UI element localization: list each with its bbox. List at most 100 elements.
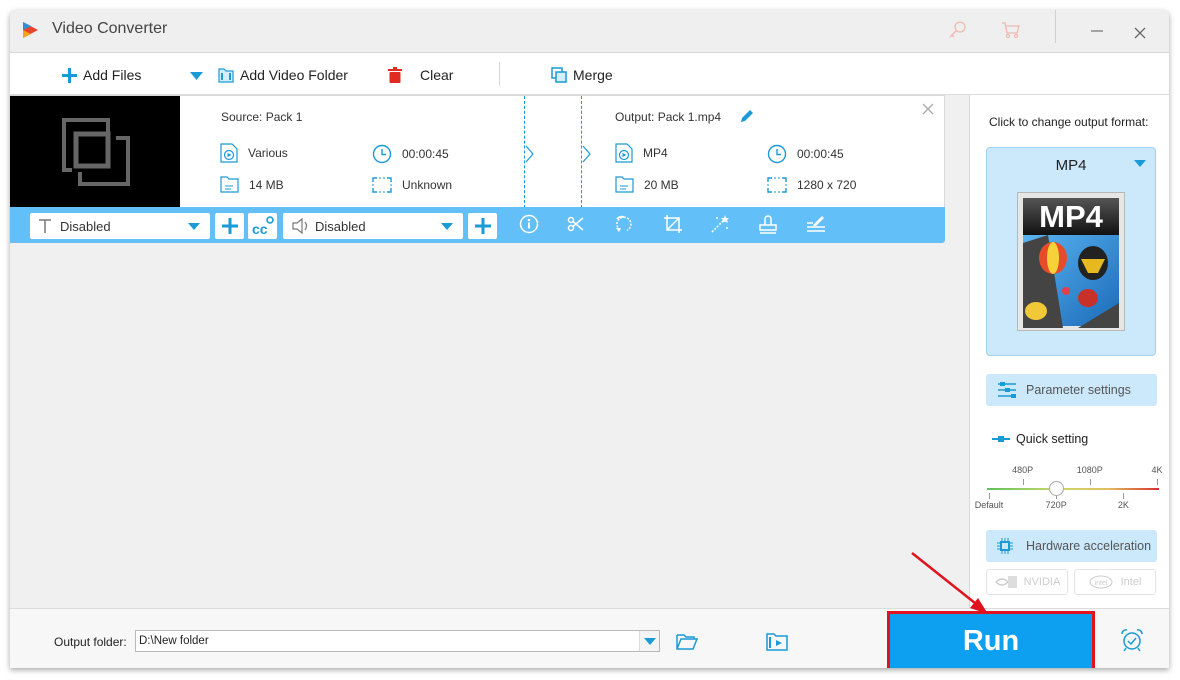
quality-tick: [1022, 479, 1024, 485]
run-highlight-frame: Run: [887, 611, 1095, 668]
parameter-settings-button[interactable]: Parameter settings: [986, 374, 1157, 406]
quality-tick-label[interactable]: 1080P: [1077, 465, 1103, 475]
quality-tick: [1157, 479, 1158, 485]
chevron-right-icon: [582, 145, 591, 163]
rotate-icon[interactable]: [613, 213, 635, 235]
merge-label: Merge: [573, 67, 613, 83]
crop-icon[interactable]: [662, 213, 684, 235]
subtitle-settings-button[interactable]: cc: [248, 213, 277, 239]
source-resolution-value: Unknown: [402, 178, 453, 192]
open-folder-icon[interactable]: [676, 633, 698, 650]
main-toolbar: Add Files Add Video Folder Clear Merge: [10, 53, 1169, 95]
output-video-folder-icon[interactable]: [766, 632, 788, 651]
audio-track-select[interactable]: Disabled: [283, 213, 463, 239]
effects-wand-icon[interactable]: [709, 213, 731, 235]
add-audio-button[interactable]: [468, 213, 497, 239]
watermark-stamp-icon[interactable]: [757, 213, 779, 235]
output-format: MP4: [615, 143, 668, 163]
plus-icon: [221, 218, 238, 234]
file-size-icon: [615, 176, 634, 193]
quick-setting-icon: [992, 436, 1010, 442]
quality-tick-label[interactable]: 480P: [1012, 465, 1033, 475]
subtitle-select[interactable]: Disabled: [30, 213, 210, 239]
clear-label: Clear: [420, 67, 454, 83]
trash-icon: [388, 67, 402, 83]
quality-tick-label[interactable]: 720P: [1046, 500, 1067, 510]
subtitle-select-value: Disabled: [60, 218, 111, 234]
nvidia-logo-icon: [994, 576, 1017, 588]
alarm-clock-icon[interactable]: [1120, 628, 1144, 652]
parameter-settings-label: Parameter settings: [1026, 383, 1131, 397]
intel-label: Intel: [1120, 576, 1142, 588]
quick-setting-header: Quick setting: [992, 432, 1088, 446]
video-thumbnail[interactable]: [10, 96, 180, 208]
chevron-right-icon: [525, 145, 534, 163]
add-files-button[interactable]: Add Files: [62, 65, 141, 85]
title-bar: Video Converter: [10, 10, 1169, 53]
output-folder-dropdown[interactable]: [639, 631, 659, 651]
bottom-bar: Output folder: Run: [10, 608, 1169, 668]
source-title: Source: Pack 1: [221, 110, 303, 124]
add-files-dropdown-icon[interactable]: [190, 72, 203, 80]
clock-icon: [767, 144, 787, 164]
output-resolution[interactable]: 1280 x 720: [767, 177, 856, 193]
file-item-card[interactable]: Source: Pack 1 Various 00:00:45 14 MB Un…: [10, 95, 945, 208]
add-subtitle-button[interactable]: [215, 213, 244, 239]
edit-metadata-icon[interactable]: [805, 213, 827, 235]
rename-pencil-icon[interactable]: [739, 108, 755, 124]
chevron-down-icon: [188, 223, 200, 230]
video-file-icon: [220, 143, 238, 163]
quality-tick: [989, 493, 990, 499]
merge-icon: [551, 67, 567, 83]
source-duration: 00:00:45: [372, 144, 449, 164]
mp4-film-icon: MP4: [1023, 198, 1119, 328]
source-duration-value: 00:00:45: [402, 147, 449, 161]
minimize-icon[interactable]: [1086, 19, 1108, 41]
text-subtitle-icon: [39, 219, 51, 233]
sliders-settings-icon: [998, 382, 1016, 398]
output-resolution-value: 1280 x 720: [797, 178, 857, 192]
file-size-icon: [220, 176, 239, 193]
quality-slider-track[interactable]: Default 480P 720P 1080P 2K 4K: [975, 465, 1163, 510]
scissors-icon[interactable]: [565, 213, 587, 235]
mp4-format-thumbnail: MP4: [1017, 192, 1125, 331]
output-title: Output: Pack 1.mp4: [615, 110, 722, 124]
speaker-icon: [292, 217, 308, 235]
video-folder-icon: [218, 68, 234, 83]
cart-icon[interactable]: [1000, 19, 1022, 41]
nvidia-label: NVIDIA: [1023, 576, 1061, 588]
output-format-selector[interactable]: MP4 MP4: [986, 147, 1156, 356]
info-icon[interactable]: [518, 213, 540, 235]
app-window: Video Converter Add Files Add Video Fold…: [10, 10, 1169, 668]
output-folder-label: Output folder:: [54, 635, 127, 649]
quality-tick-label[interactable]: 4K: [1151, 465, 1162, 475]
run-button[interactable]: Run: [890, 614, 1092, 668]
close-icon[interactable]: [1129, 22, 1151, 44]
hardware-acceleration-button[interactable]: Hardware acceleration: [986, 530, 1157, 562]
quality-slider-knob[interactable]: [1048, 481, 1064, 496]
toolbar-divider: [499, 62, 500, 86]
quality-tick-label[interactable]: Default: [975, 500, 1004, 510]
add-video-folder-button[interactable]: Add Video Folder: [218, 65, 348, 85]
app-logo-icon: [23, 22, 38, 38]
output-size: 20 MB: [615, 176, 679, 193]
app-title: Video Converter: [52, 20, 168, 37]
chevron-down-icon: [441, 223, 453, 230]
nvidia-button[interactable]: NVIDIA: [986, 569, 1068, 595]
mp4-thumb-label: MP4: [1039, 199, 1104, 234]
quality-tick-label[interactable]: 2K: [1118, 500, 1129, 510]
audio-track-select-value: Disabled: [315, 218, 366, 234]
quick-setting-label: Quick setting: [1016, 432, 1089, 446]
resolution-icon: [372, 177, 392, 193]
quality-tick: [1123, 493, 1125, 499]
merge-button[interactable]: Merge: [551, 65, 613, 85]
clear-button[interactable]: Clear: [388, 65, 453, 85]
video-file-icon: [615, 143, 633, 163]
merged-pack-icon: [62, 118, 130, 186]
remove-file-icon[interactable]: [921, 102, 935, 116]
svg-text:intel: intel: [1094, 580, 1107, 587]
plus-icon: [62, 67, 77, 83]
output-folder-input[interactable]: [135, 630, 660, 652]
key-icon[interactable]: [946, 19, 968, 41]
intel-button[interactable]: intel Intel: [1074, 569, 1156, 595]
